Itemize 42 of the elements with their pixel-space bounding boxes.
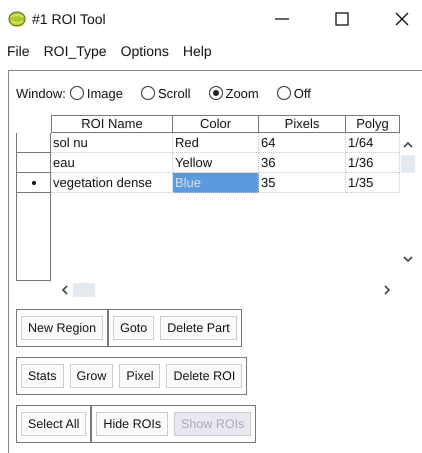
table-cell: 36 [259, 153, 346, 173]
radio-option[interactable]: Image [70, 86, 123, 100]
row-header[interactable] [16, 193, 51, 281]
row-header[interactable] [16, 153, 51, 173]
menu-item[interactable]: Options [120, 43, 169, 59]
table-cell: Red [173, 133, 259, 153]
maximize-icon[interactable] [334, 11, 350, 27]
window-label: Window: [16, 86, 66, 100]
menu-item[interactable]: ROI_Type [44, 43, 107, 59]
column-header[interactable]: ROI Name [51, 115, 173, 133]
action-button[interactable]: Stats [21, 364, 64, 388]
radio-option[interactable]: Scroll [141, 86, 191, 100]
action-button[interactable]: Grow [70, 364, 114, 388]
menu-item[interactable]: File [7, 43, 30, 59]
window-title: #1 ROI Tool [32, 11, 107, 27]
action-button[interactable]: Delete ROI [166, 364, 242, 388]
table-cell: 64 [259, 133, 346, 153]
column-header[interactable]: Polyg [346, 115, 400, 133]
action-button[interactable]: New Region [21, 316, 104, 340]
scroll-thumb[interactable] [401, 155, 415, 173]
table-cell: sol nu [51, 133, 173, 153]
table-cell: 1/64 [346, 133, 400, 153]
action-button[interactable]: Goto [113, 316, 154, 340]
table-cell: 1/35 [346, 173, 400, 193]
row-header[interactable] [16, 133, 51, 153]
action-button[interactable]: Pixel [119, 364, 160, 388]
radio-option[interactable]: Off [276, 86, 311, 100]
globe-icon [8, 11, 26, 27]
row-header[interactable] [16, 173, 51, 193]
table-cell: Blue [173, 173, 259, 193]
radio-option[interactable]: Zoom [208, 86, 259, 100]
action-button[interactable]: Hide ROIs [96, 412, 168, 436]
table-cell: eau [51, 153, 173, 173]
scroll-thumb[interactable] [73, 283, 95, 297]
column-header[interactable]: Color [173, 115, 259, 133]
menu-item[interactable]: Help [182, 43, 212, 59]
column-header[interactable]: Pixels [259, 115, 346, 133]
table-cell: 35 [259, 173, 346, 193]
table-cell: 1/36 [346, 153, 400, 173]
close-icon[interactable] [394, 11, 410, 27]
action-button[interactable]: Select All [21, 412, 86, 436]
action-button[interactable]: Delete Part [160, 316, 237, 340]
